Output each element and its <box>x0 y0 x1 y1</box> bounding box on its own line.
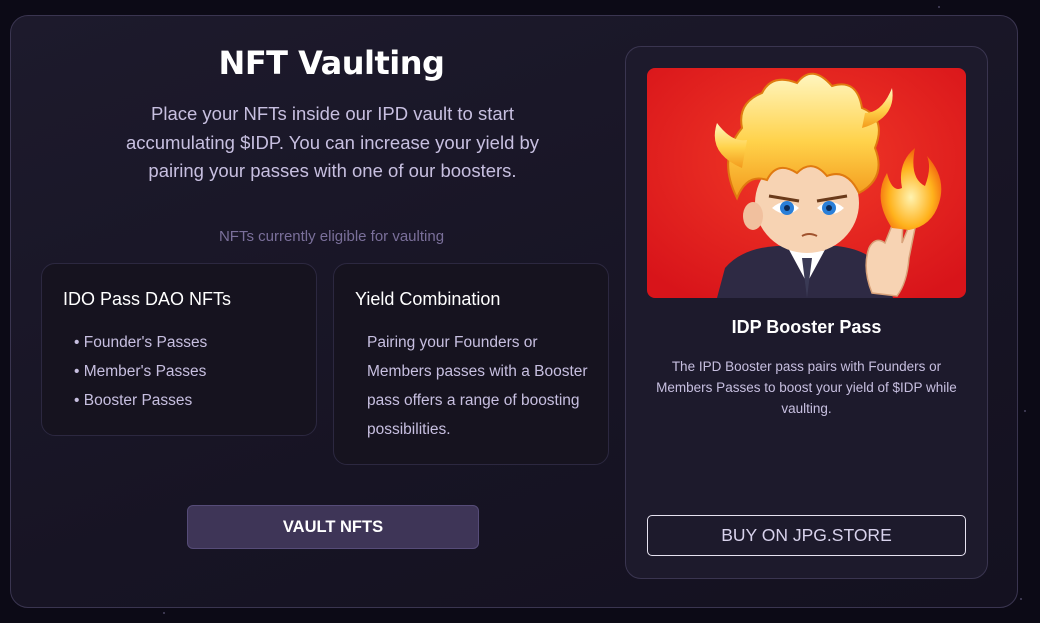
vault-nfts-button[interactable]: VAULT NFTS <box>187 505 479 549</box>
ido-pass-card-title: IDO Pass DAO NFTs <box>63 289 232 309</box>
background-star <box>938 6 940 8</box>
booster-pass-image <box>647 68 966 298</box>
eligible-label: NFTs currently eligible for vaulting <box>218 228 445 245</box>
yield-card-title: Yield Combination <box>355 289 501 309</box>
background-star <box>1024 410 1026 412</box>
intro-text: Place your NFTs inside our IPD vault to … <box>125 103 540 181</box>
list-item: Founder's Passes <box>74 328 208 357</box>
yield-card-text: Pairing your Founders or Members passes … <box>367 334 588 438</box>
booster-pass-name: IDP Booster Pass <box>731 317 882 337</box>
ido-pass-card: IDO Pass DAO NFTs Founder's Passes Membe… <box>41 263 317 436</box>
flame-hair-character-icon <box>647 68 966 298</box>
eligible-nft-list: Founder's Passes Member's Passes Booster… <box>74 328 208 415</box>
background-star <box>1020 598 1022 600</box>
buy-on-jpg-store-button[interactable]: BUY ON JPG.STORE <box>647 515 966 556</box>
booster-pass-description: The IPD Booster pass pairs with Founders… <box>656 359 957 416</box>
yield-combination-card: Yield Combination Pairing your Founders … <box>333 263 609 465</box>
list-item: Member's Passes <box>74 357 207 386</box>
background-star <box>163 612 165 614</box>
page-title: NFT Vaulting <box>218 44 445 82</box>
list-item: Booster Passes <box>74 386 207 415</box>
